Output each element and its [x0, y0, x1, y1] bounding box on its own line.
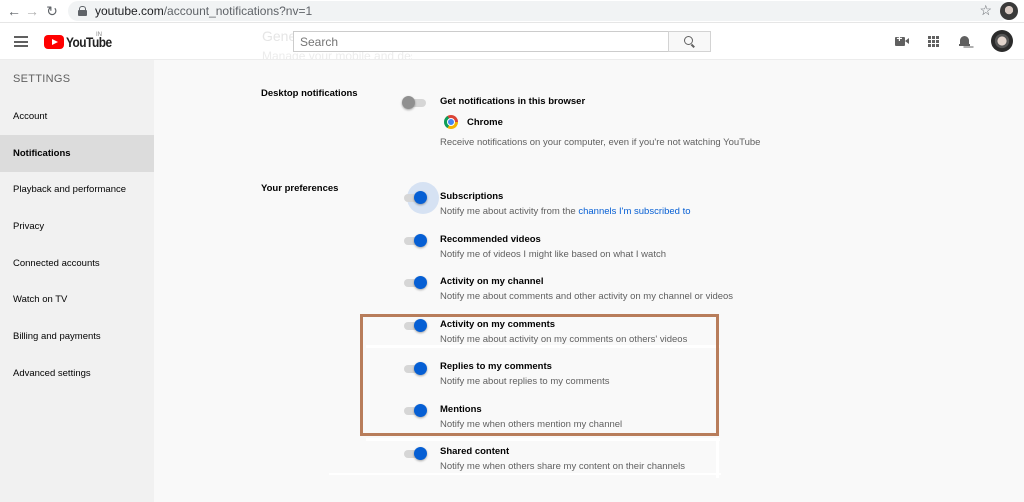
browser-toolbar: ← → ↻ youtube.com/account_notifications?…: [0, 0, 1024, 23]
replies-to-comments-desc: Notify me about replies to my comments: [440, 376, 610, 387]
logo-text: YouTube: [66, 34, 112, 50]
create-video-icon[interactable]: [895, 34, 909, 46]
sidebar-item-watch-on-tv[interactable]: Watch on TV: [0, 281, 154, 318]
reload-icon[interactable]: ↻: [42, 1, 62, 21]
sidebar-item-billing[interactable]: Billing and payments: [0, 318, 154, 355]
subscriptions-title: Subscriptions: [440, 191, 504, 202]
lock-icon: [78, 6, 87, 16]
arrow-right-icon[interactable]: →: [22, 1, 42, 21]
sidebar-item-label: Watch on TV: [13, 294, 68, 305]
desktop-notifications-desc: Receive notifications on your computer, …: [440, 137, 761, 148]
url-path: /account_notifications?nv=1: [163, 4, 313, 18]
mentions-title: Mentions: [440, 404, 482, 415]
shared-content-toggle[interactable]: [402, 446, 430, 462]
annotation-strip: [366, 345, 720, 348]
annotation-strip: [366, 438, 720, 441]
sidebar-item-privacy[interactable]: Privacy: [0, 208, 154, 245]
youtube-play-icon: [44, 35, 64, 49]
activity-on-channel-title: Activity on my channel: [440, 276, 544, 287]
url-host: youtube.com: [95, 4, 164, 18]
sidebar-item-label: Billing and payments: [13, 331, 101, 342]
activity-on-comments-title: Activity on my comments: [440, 319, 556, 330]
desktop-notifications-label: Desktop notifications: [261, 88, 358, 99]
url-text: youtube.com/account_notifications?nv=1: [95, 4, 312, 18]
masthead: YouTube IN General Manage your mobile an…: [0, 23, 1024, 63]
mentions-toggle[interactable]: [402, 403, 430, 419]
search-icon: [684, 36, 693, 45]
replies-to-comments-title: Replies to my comments: [440, 361, 552, 372]
sidebar-item-label: Advanced settings: [13, 368, 91, 379]
logo-region: IN: [96, 32, 102, 38]
activity-on-channel-desc: Notify me about comments and other activ…: [440, 291, 734, 302]
search-input[interactable]: [300, 34, 668, 49]
sidebar-item-label: Playback and performance: [13, 184, 127, 195]
activity-on-comments-toggle[interactable]: [402, 318, 430, 334]
search-box: [293, 31, 669, 52]
address-bar[interactable]: youtube.com/account_notifications?nv=1: [68, 1, 1010, 21]
chrome-icon: [444, 115, 458, 129]
activity-on-comments-desc: Notify me about activity on my comments …: [440, 334, 688, 345]
subscriptions-toggle[interactable]: [402, 182, 439, 214]
subscriptions-desc: Notify me about activity from the channe…: [440, 206, 691, 217]
subscriptions-desc-text: Notify me about activity from the: [440, 206, 579, 217]
annotation-strip: [716, 438, 719, 478]
desktop-notifications-toggle[interactable]: [402, 95, 430, 111]
sidebar-item-notifications[interactable]: Notifications: [0, 135, 154, 172]
arrow-left-icon[interactable]: ←: [4, 1, 24, 21]
sidebar-item-label: Account: [13, 111, 48, 122]
sidebar-item-label: Connected accounts: [13, 258, 100, 269]
annotation-strip: [329, 473, 721, 475]
recommended-videos-toggle[interactable]: [402, 233, 430, 249]
apps-icon[interactable]: [928, 36, 939, 47]
shared-content-title: Shared content: [440, 446, 510, 457]
sidebar-item-label: Notifications: [13, 148, 71, 159]
recommended-videos-desc: Notify me of videos I might like based o…: [440, 249, 666, 260]
recommended-videos-title: Recommended videos: [440, 234, 541, 245]
subscribed-channels-link[interactable]: channels I'm subscribed to: [578, 206, 690, 217]
mentions-desc: Notify me when others mention my channel: [440, 419, 623, 430]
shared-content-desc: Notify me when others share my content o…: [440, 461, 686, 472]
avatar[interactable]: [991, 30, 1013, 52]
your-preferences-label: Your preferences: [261, 183, 339, 194]
star-icon[interactable]: ☆: [979, 2, 992, 19]
sidebar-item-account[interactable]: Account: [0, 98, 154, 135]
sidebar-heading: SETTINGS: [13, 73, 71, 85]
menu-icon[interactable]: [14, 36, 28, 47]
notifications-bell-icon[interactable]: [959, 35, 970, 48]
search-button[interactable]: [668, 31, 711, 52]
sidebar-item-advanced[interactable]: Advanced settings: [0, 355, 154, 392]
sidebar-item-connected-accounts[interactable]: Connected accounts: [0, 245, 154, 282]
activity-on-channel-toggle[interactable]: [402, 275, 430, 291]
browser-name: Chrome: [467, 117, 503, 128]
notifications-settings-main: Desktop notifications Get notifications …: [154, 60, 1024, 502]
settings-sidebar: SETTINGS Account Notifications Playback …: [0, 60, 154, 502]
browser-profile-avatar[interactable]: [1000, 2, 1018, 20]
youtube-logo[interactable]: YouTube IN: [44, 32, 120, 50]
sidebar-item-playback[interactable]: Playback and performance: [0, 171, 154, 208]
sidebar-item-label: Privacy: [13, 221, 45, 232]
desktop-notifications-title: Get notifications in this browser: [440, 96, 586, 107]
replies-to-comments-toggle[interactable]: [402, 361, 430, 377]
